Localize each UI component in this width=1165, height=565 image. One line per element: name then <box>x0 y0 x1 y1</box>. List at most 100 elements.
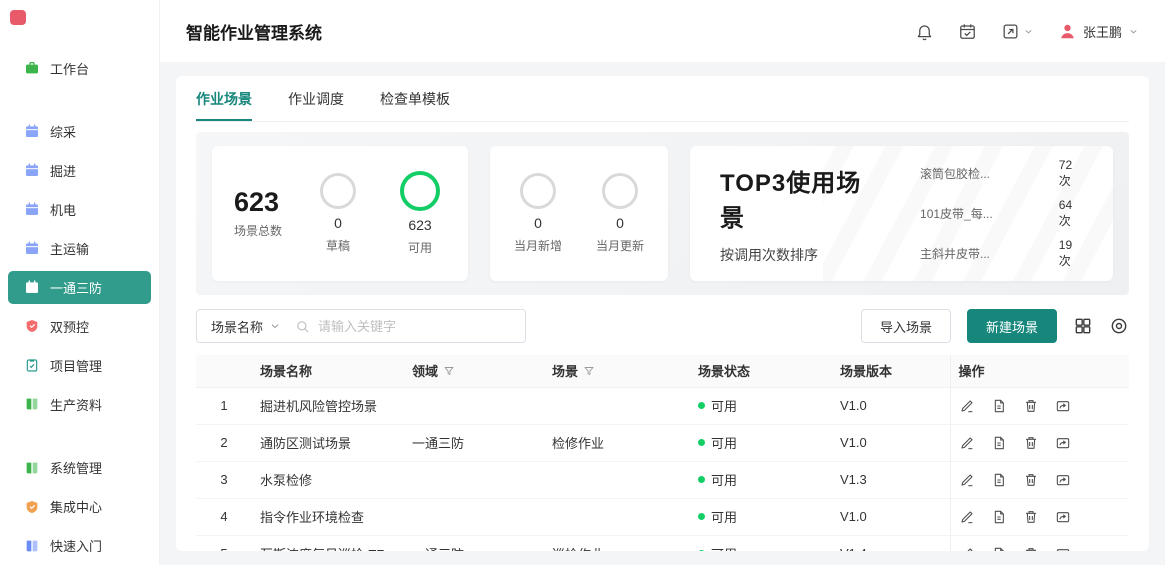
delete-button[interactable] <box>1023 398 1039 414</box>
scene-name-cell: 指令作业环境检查 <box>252 498 404 535</box>
top3-item-count: 72次 <box>1059 158 1083 189</box>
share-icon <box>1055 546 1071 552</box>
version-cell: V1.0 <box>832 424 950 461</box>
search-input[interactable] <box>318 319 515 334</box>
filter-funnel-icon[interactable] <box>583 365 595 377</box>
status-cell: 可用 <box>690 424 832 461</box>
settings-icon[interactable] <box>1109 316 1129 336</box>
share-icon <box>1055 472 1071 488</box>
copy-document-icon <box>991 398 1007 414</box>
top3-subtitle: 按调用次数排序 <box>720 245 880 265</box>
share-button[interactable] <box>1055 398 1071 414</box>
sidebar-item-label: 综采 <box>50 122 76 141</box>
tab-job-scenes[interactable]: 作业场景 <box>196 76 252 121</box>
sidebar-item-system-management[interactable]: 系统管理 <box>8 451 151 484</box>
status-dot-icon <box>698 402 705 409</box>
notification-bell-icon[interactable] <box>915 22 934 41</box>
draft-stat: 0 草稿 <box>312 173 364 254</box>
sidebar-item-label: 双预控 <box>50 317 89 336</box>
sidebar-item-workbench[interactable]: 工作台 <box>8 52 151 85</box>
tab-checklist-templates[interactable]: 检查单模板 <box>380 76 450 121</box>
book-icon <box>24 460 40 476</box>
sidebar-item-project-management[interactable]: 项目管理 <box>8 349 151 382</box>
edit-pencil-icon <box>959 398 975 414</box>
share-button[interactable] <box>1055 546 1071 552</box>
draft-ring-icon <box>320 173 356 209</box>
copy-button[interactable] <box>991 472 1007 488</box>
trash-icon <box>1023 546 1039 552</box>
col-actions: 操作 <box>950 355 1129 387</box>
calendar-icon[interactable] <box>958 22 977 41</box>
scene-cell <box>544 498 690 535</box>
scene-cell: 巡检作业 <box>544 535 690 551</box>
chevron-down-icon[interactable] <box>269 320 281 332</box>
edit-button[interactable] <box>959 509 975 525</box>
import-scene-button[interactable]: 导入场景 <box>861 309 951 343</box>
col-status: 场景状态 <box>690 355 832 387</box>
create-scene-button[interactable]: 新建场景 <box>967 309 1057 343</box>
share-button[interactable] <box>1055 509 1071 525</box>
app-logo <box>10 10 26 25</box>
status-dot-icon <box>698 550 705 551</box>
scene-cell: 检修作业 <box>544 424 690 461</box>
row-index: 5 <box>196 535 252 551</box>
sidebar-item-label: 系统管理 <box>50 458 102 477</box>
sidebar-item-fully-mechanized-mining[interactable]: 综采 <box>8 115 151 148</box>
sidebar-spacer <box>0 88 159 112</box>
copy-button[interactable] <box>991 546 1007 552</box>
sidebar-item-main-transport[interactable]: 主运输 <box>8 232 151 265</box>
sidebar-item-quick-start[interactable]: 快速入门 <box>8 529 151 562</box>
sidebar-item-ventilation-three-prevention[interactable]: 一通三防 <box>8 271 151 304</box>
integration-icon <box>24 499 40 515</box>
shield-icon <box>24 318 40 334</box>
delete-button[interactable] <box>1023 546 1039 552</box>
scene-cell <box>544 387 690 424</box>
scene-name-cell: 瓦斯浓度每日巡检-TF... <box>252 535 404 551</box>
sidebar-item-integration-center[interactable]: 集成中心 <box>8 490 151 523</box>
scene-table: 场景名称 领域 场景 场景状态 场景版本 操作 1 掘进机风险管控场景 可用 <box>196 355 1129 551</box>
status-text: 可用 <box>711 433 737 452</box>
delete-button[interactable] <box>1023 435 1039 451</box>
col-index <box>196 355 252 387</box>
month-updated-ring-icon <box>602 173 638 209</box>
app-switcher[interactable] <box>1001 22 1034 41</box>
col-domain-label: 领域 <box>412 361 438 380</box>
available-value: 623 <box>408 217 431 233</box>
share-button[interactable] <box>1055 472 1071 488</box>
delete-button[interactable] <box>1023 509 1039 525</box>
delete-button[interactable] <box>1023 472 1039 488</box>
sidebar: 工作台 综采 掘进 机电 主运输 一通三防 双预控 项目管理 生产资料 系统管理… <box>0 0 160 565</box>
edit-pencil-icon <box>959 435 975 451</box>
edit-pencil-icon <box>959 546 975 552</box>
version-cell: V1.3 <box>832 461 950 498</box>
filter-field-select[interactable]: 场景名称 <box>211 317 263 336</box>
sidebar-item-label: 机电 <box>50 200 76 219</box>
sidebar-item-tunneling[interactable]: 掘进 <box>8 154 151 187</box>
share-button[interactable] <box>1055 435 1071 451</box>
filter-funnel-icon[interactable] <box>443 365 455 377</box>
card-view-icon[interactable] <box>1073 316 1093 336</box>
copy-button[interactable] <box>991 398 1007 414</box>
user-avatar-icon <box>1058 22 1077 41</box>
month-new-stat: 0 当月新增 <box>512 173 564 254</box>
trash-icon <box>1023 472 1039 488</box>
status-cell: 可用 <box>690 498 832 535</box>
draft-value: 0 <box>334 215 342 231</box>
workbench-icon <box>24 60 40 76</box>
edit-button[interactable] <box>959 546 975 552</box>
edit-button[interactable] <box>959 472 975 488</box>
sidebar-item-label: 项目管理 <box>50 356 102 375</box>
copy-button[interactable] <box>991 509 1007 525</box>
sidebar-item-production-data[interactable]: 生产资料 <box>8 388 151 421</box>
scene-total-card: 623 场景总数 0 草稿 623 可用 <box>212 146 468 281</box>
domain-cell: 一通三防 <box>404 535 544 551</box>
sidebar-item-electromechanical[interactable]: 机电 <box>8 193 151 226</box>
tab-job-scheduling[interactable]: 作业调度 <box>288 76 344 121</box>
user-menu[interactable]: 张王鹏 <box>1058 22 1139 41</box>
copy-button[interactable] <box>991 435 1007 451</box>
actions-cell <box>950 424 1129 461</box>
sidebar-item-dual-prevention-control[interactable]: 双预控 <box>8 310 151 343</box>
table-row: 3 水泵检修 可用 V1.3 <box>196 461 1129 498</box>
edit-button[interactable] <box>959 398 975 414</box>
edit-button[interactable] <box>959 435 975 451</box>
